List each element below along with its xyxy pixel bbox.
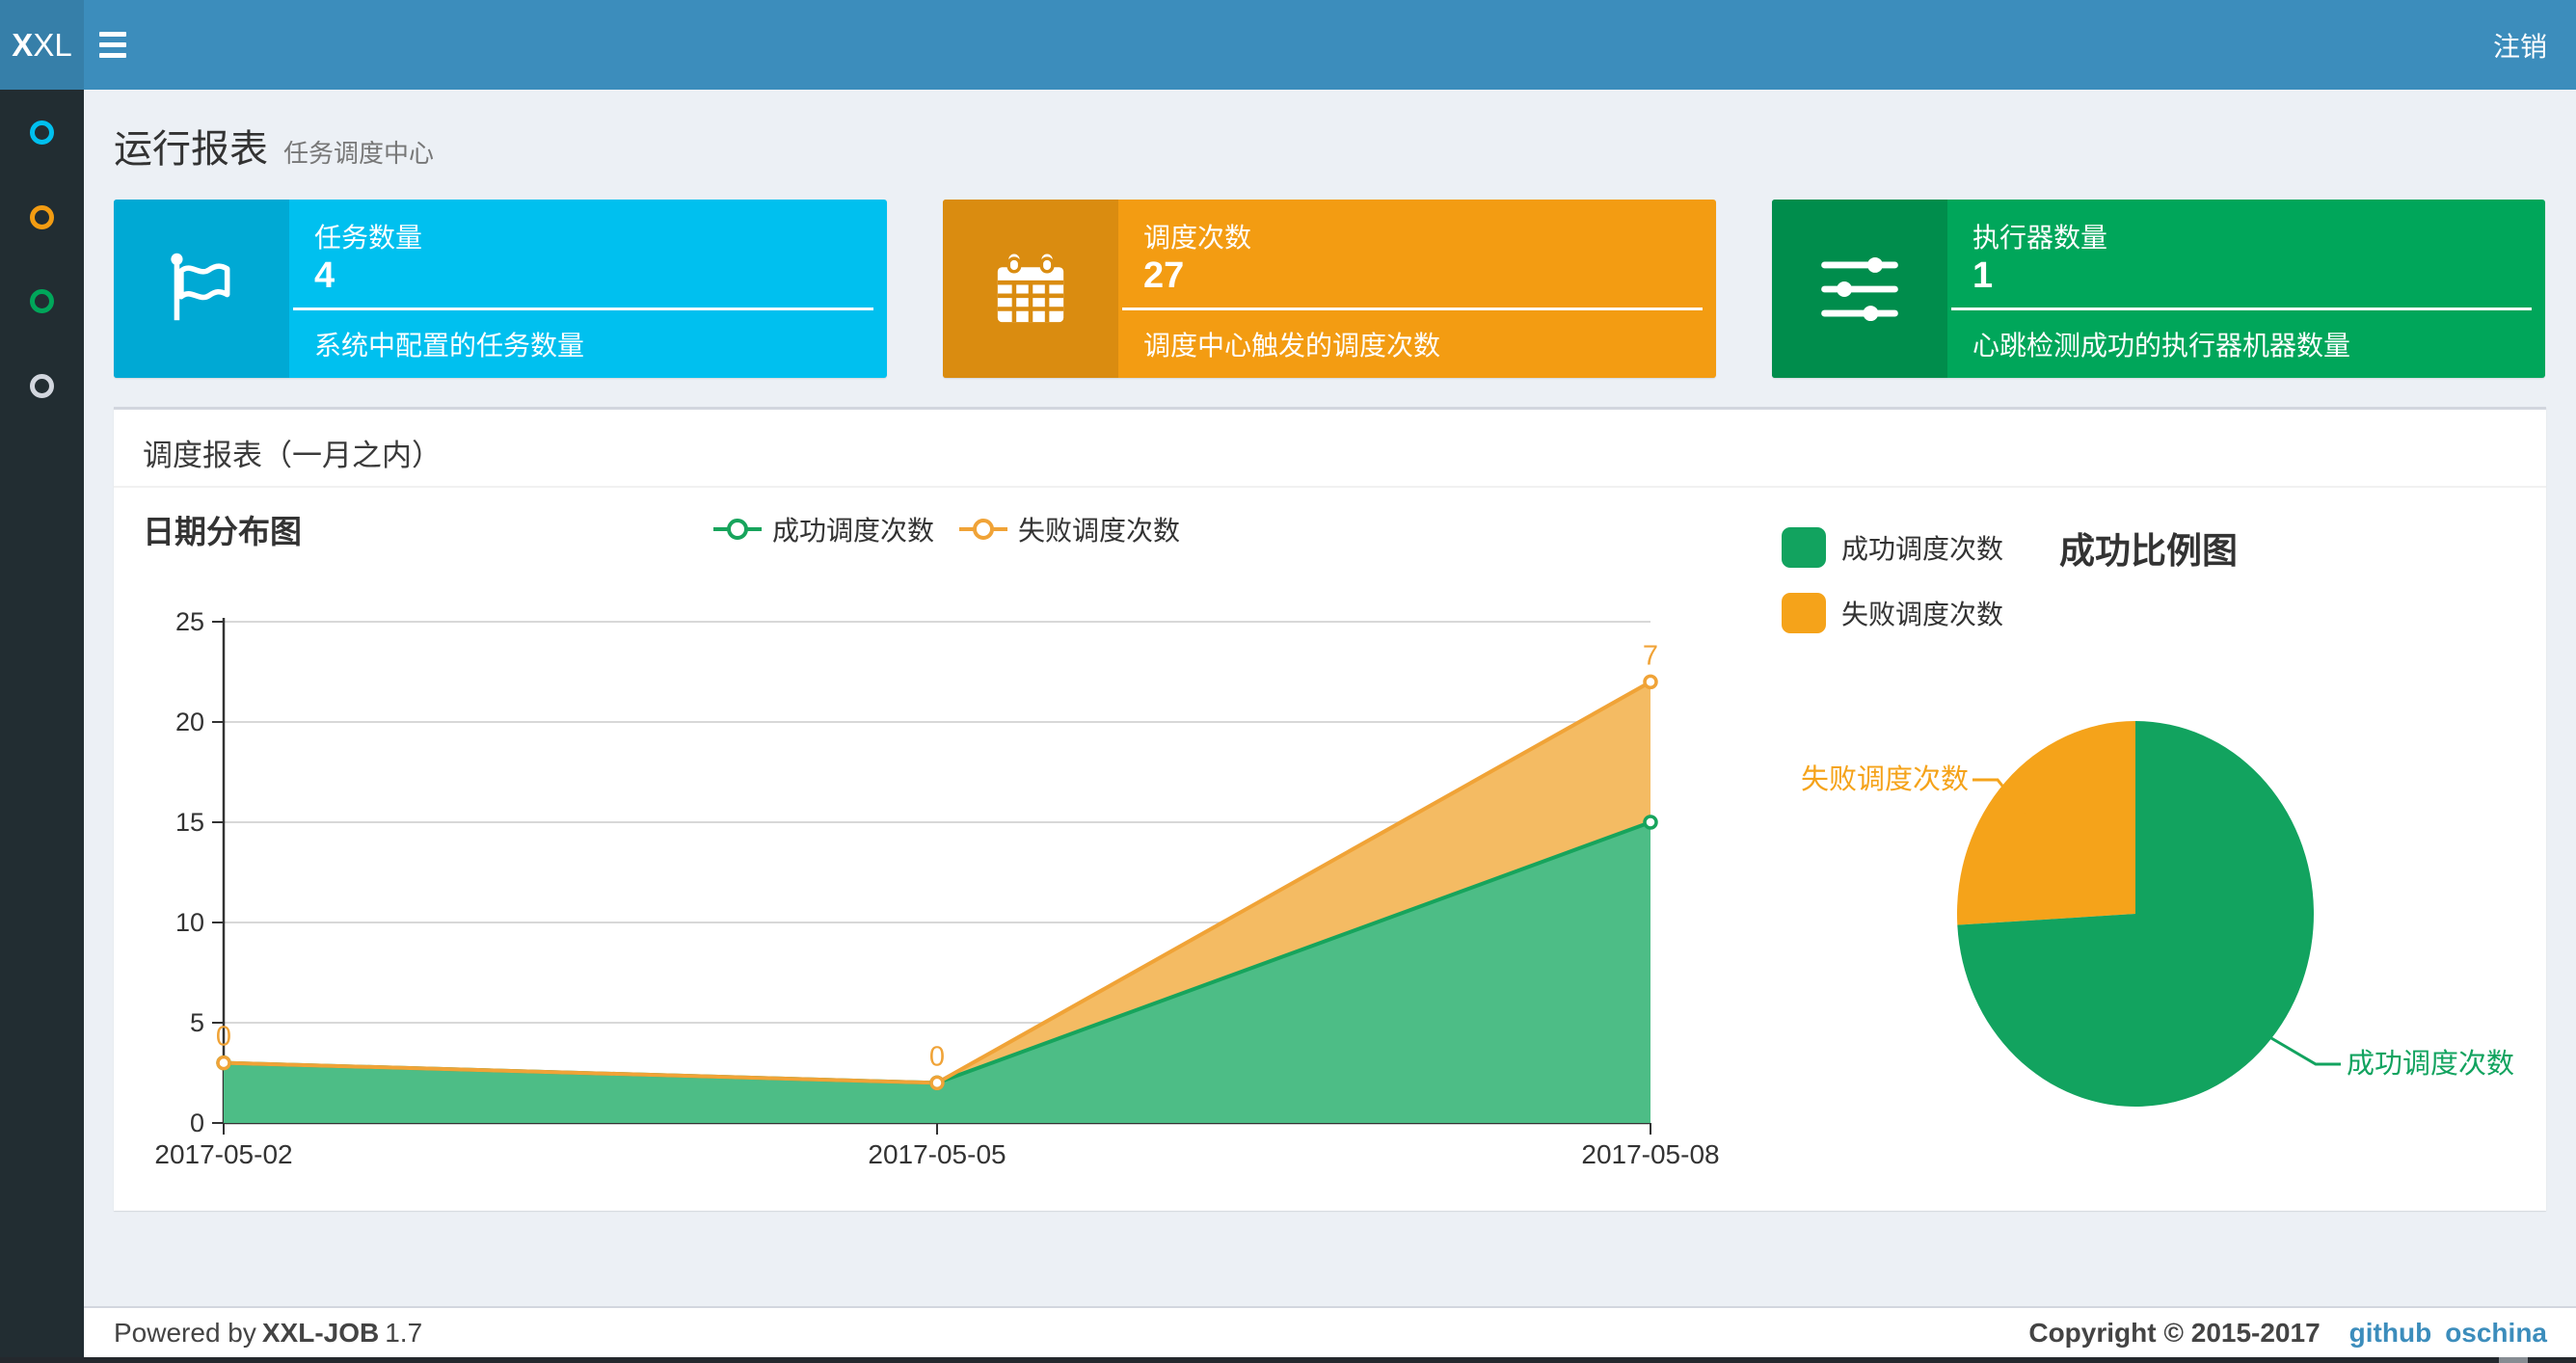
y-axis-tick-label: 15 [175, 808, 204, 837]
pie-slice-label: 成功调度次数 [2347, 1048, 2514, 1080]
line-series-marker-icon [959, 515, 1008, 544]
x-axis-label: 2017-05-08 [1581, 1139, 1719, 1169]
flag-icon [114, 200, 289, 378]
divider [293, 307, 873, 310]
logo-bold-text: X [12, 26, 34, 63]
sidebar-item-4[interactable] [0, 343, 84, 428]
logo-rest-text: XL [33, 26, 72, 63]
stat-description: 系统中配置的任务数量 [314, 331, 585, 361]
data-point-marker [1643, 674, 1658, 690]
stat-label: 任务数量 [314, 223, 423, 253]
circle-outline-icon [30, 204, 54, 229]
data-label: 7 [1643, 640, 1658, 671]
x-axis-label: 2017-05-05 [868, 1139, 1006, 1169]
page-title: 运行报表 [114, 128, 268, 171]
y-axis-tick-label: 20 [175, 708, 204, 736]
stat-description: 调度中心触发的调度次数 [1143, 331, 1441, 361]
stat-card-executors: 执行器数量 1 心跳检测成功的执行器机器数量 [1772, 200, 2545, 378]
sliders-icon [1772, 200, 1947, 378]
powered-by-text: Powered by XXL-JOB 1.7 [114, 1318, 423, 1348]
circle-outline-icon [30, 288, 54, 313]
stat-card-triggers: 调度次数 27 调度中心触发的调度次数 [943, 200, 1716, 378]
schedule-report-panel: 调度报表（一月之内） 日期分布图 成功调度次数 失败调度次数 0 5 10 15 20 2… [114, 407, 2546, 1211]
pie-slice-label: 失败调度次数 [1801, 763, 1969, 795]
success-ratio-pie-chart: 失败调度次数 成功调度次数 [1801, 721, 2514, 1107]
hamburger-icon [99, 32, 126, 37]
divider [1122, 307, 1703, 310]
logout-link[interactable]: 注销 [2464, 0, 2576, 90]
pie-slice [1956, 721, 2135, 925]
screen-bottom-edge [0, 1357, 2576, 1363]
line-chart-legend: 成功调度次数 失败调度次数 [713, 512, 1180, 547]
circle-outline-icon [30, 120, 54, 145]
y-axis-tick-label: 25 [175, 607, 204, 636]
stat-card-jobs: 任务数量 4 系统中配置的任务数量 [114, 200, 887, 378]
version-text: 1.7 [385, 1318, 423, 1348]
stat-label: 调度次数 [1143, 223, 1252, 253]
y-axis-tick-label: 5 [190, 1008, 204, 1037]
line-series-marker-icon [713, 515, 762, 544]
sidebar-toggle-button[interactable] [84, 0, 142, 90]
data-point-marker [1643, 815, 1658, 830]
circle-outline-icon [30, 373, 54, 398]
sidebar-item-2[interactable] [0, 174, 84, 259]
divider [1951, 307, 2532, 310]
date-distribution-chart: 05101520252017-05-02 2017-05-05 2017-05-08… [154, 607, 1719, 1169]
stat-value: 1 [1972, 255, 1994, 296]
y-axis-tick-label: 10 [175, 908, 204, 937]
app-logo[interactable]: X XL [0, 0, 84, 90]
calendar-icon [943, 200, 1118, 378]
pie-label-line [2270, 1036, 2341, 1066]
divider [114, 486, 2546, 488]
data-point-marker [929, 1075, 945, 1091]
github-link[interactable]: github [2349, 1318, 2432, 1348]
page-header: 运行报表 任务调度中心 [114, 118, 434, 175]
dashboard-page: X XL 注销 运行报表 任务调度中心 任务数量 4 系统中配置的任务数量 调度… [0, 0, 2576, 1363]
data-label: 0 [929, 1041, 945, 1072]
footer: Powered by XXL-JOB 1.7 Copyright © 2015-20… [84, 1306, 2576, 1363]
y-axis-tick-label: 0 [190, 1109, 204, 1137]
screen-bottom-notch [2499, 1357, 2528, 1363]
top-navbar: X XL 注销 [0, 0, 2576, 90]
brand-name: XXL-JOB [261, 1318, 380, 1348]
sidebar-item-1[interactable] [0, 90, 84, 174]
stat-value: 4 [314, 255, 335, 296]
page-subtitle: 任务调度中心 [283, 139, 435, 168]
oschina-link[interactable]: oschina [2445, 1318, 2547, 1348]
x-axis-label: 2017-05-02 [154, 1139, 292, 1169]
data-point-marker [216, 1055, 231, 1071]
stat-value: 27 [1143, 255, 1185, 296]
sidebar-item-3[interactable] [0, 258, 84, 343]
stat-label: 执行器数量 [1972, 223, 2108, 253]
data-label: 0 [216, 1022, 231, 1053]
stat-description: 心跳检测成功的执行器机器数量 [1972, 331, 2351, 361]
panel-title: 调度报表（一月之内） [143, 439, 442, 472]
copyright-text: Copyright © 2015-2017 github oschina [2028, 1318, 2547, 1348]
sidebar [0, 90, 84, 1363]
